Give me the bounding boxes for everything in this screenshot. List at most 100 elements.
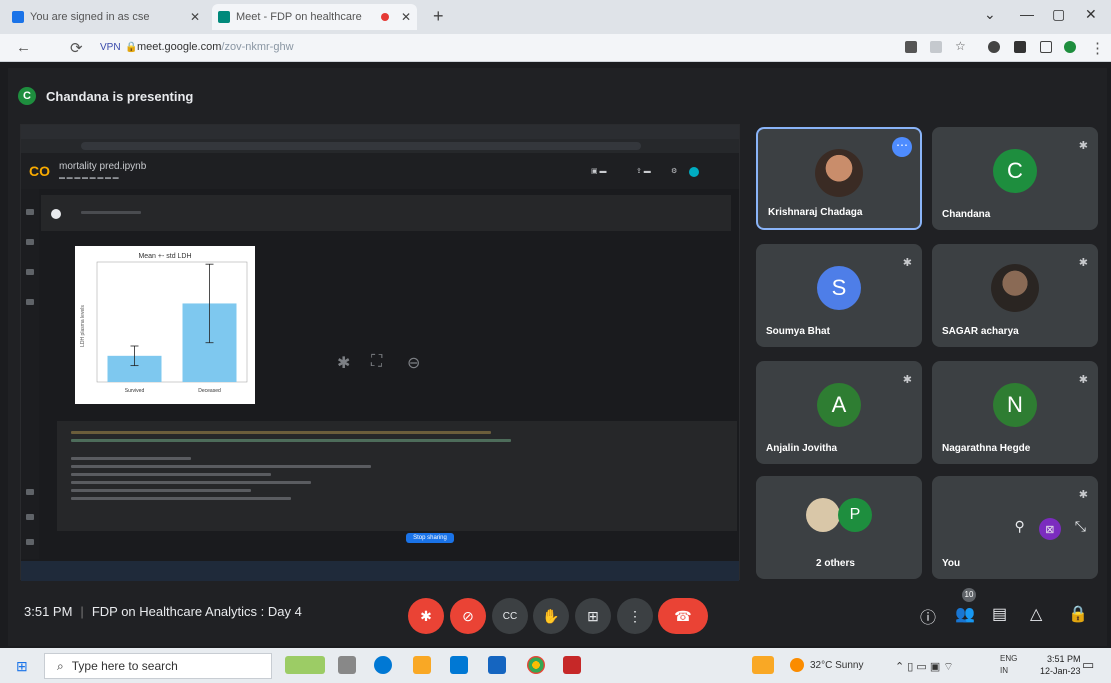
search-placeholder: Type here to search xyxy=(71,659,178,673)
task-view-icon[interactable] xyxy=(338,656,356,674)
browser-menu-icon[interactable]: ⋮ xyxy=(1090,39,1105,57)
back-icon[interactable]: ← xyxy=(16,39,31,56)
gear-icon: ⚙ xyxy=(671,168,678,175)
tab-signed-in[interactable]: You are signed in as cse ✕ xyxy=(6,4,206,30)
avatar: C xyxy=(993,149,1037,193)
people-icon[interactable]: 👥 xyxy=(955,604,975,624)
camera-off-icon[interactable]: ⊠ xyxy=(1038,518,1061,540)
maximize-button[interactable]: ▢ xyxy=(1052,6,1065,23)
remove-icon: ⊖ xyxy=(407,355,421,372)
shared-address-bar xyxy=(21,139,739,153)
mic-off-icon: ✱ xyxy=(1078,257,1088,269)
store-icon[interactable] xyxy=(450,656,468,674)
news-widget-icon[interactable] xyxy=(285,656,325,674)
camera-indicator-icon[interactable] xyxy=(905,41,917,53)
shared-tab-strip xyxy=(21,125,739,139)
participant-name: Anjalin Jovitha xyxy=(766,443,838,454)
mic-off-icon: ✱ xyxy=(902,374,912,386)
extensions-puzzle-icon[interactable] xyxy=(1014,41,1026,53)
more-options-button[interactable]: ⋮ xyxy=(617,598,653,634)
shared-taskbar xyxy=(21,561,739,581)
tile-you[interactable]: ✱ ⚲ ⊠ ⤡ You xyxy=(932,476,1098,579)
windows-start-icon[interactable]: ⊞ xyxy=(16,658,28,675)
tile-nagarathna[interactable]: N ✱ Nagarathna Hegde xyxy=(932,361,1098,464)
lang-code: ENG xyxy=(1000,654,1018,663)
present-button[interactable]: ⊞ xyxy=(575,598,611,634)
meeting-details-icon[interactable]: ⓘ xyxy=(920,604,936,628)
participant-name: Chandana xyxy=(942,209,991,220)
code-cell-bottom xyxy=(57,421,737,531)
x-tick-label: Deceased xyxy=(198,388,221,394)
tab-close-icon[interactable]: ✕ xyxy=(401,10,411,24)
ldh-bar-chart: Mean +- std LDH LDH plasma levels Surviv… xyxy=(75,246,255,404)
colab-menu-bar: ▬ ▬ ▬ ▬ ▬ ▬ ▬ ▬ xyxy=(59,175,119,181)
chrome-icon[interactable] xyxy=(527,656,545,674)
mic-off-icon: ✱ xyxy=(1078,140,1088,152)
meeting-title: FDP on Healthcare Analytics : Day 4 xyxy=(91,604,302,619)
pin-icon[interactable]: ⚲ xyxy=(1015,518,1025,540)
url-path: /zov-nkmr-ghw xyxy=(221,41,294,53)
people-count-badge: 10 xyxy=(962,588,976,602)
app-icon[interactable] xyxy=(563,656,581,674)
tab-meet[interactable]: Meet - FDP on healthcare ✕ xyxy=(212,4,417,30)
tab-search-icon[interactable]: ⌄ xyxy=(984,6,996,23)
url-domain: meet.google.com xyxy=(137,41,222,53)
presenting-banner: C Chandana is presenting xyxy=(18,84,193,108)
tile-soumya[interactable]: S ✱ Soumya Bhat xyxy=(756,244,922,347)
tray-icons[interactable]: ⌃ ▯ ▭ ▣ ⌔ xyxy=(895,660,954,674)
raise-hand-button[interactable]: ✋ xyxy=(533,598,569,634)
close-window-button[interactable]: ✕ xyxy=(1085,6,1097,23)
presenting-label: Chandana is presenting xyxy=(46,88,194,104)
tab-close-icon[interactable]: ✕ xyxy=(190,10,200,24)
edge-browser-icon[interactable] xyxy=(374,656,392,674)
host-controls-icon[interactable]: 🔒 xyxy=(1068,604,1088,624)
leave-call-button[interactable]: ☎ xyxy=(658,598,708,634)
camera-off-button[interactable]: ⊘ xyxy=(450,598,486,634)
minimize-icon[interactable]: ⤡ xyxy=(1075,518,1086,540)
vpn-extension-icon[interactable]: VPN xyxy=(100,42,121,53)
stop-sharing-button[interactable]: Stop sharing xyxy=(406,533,454,543)
region-code: IN xyxy=(1000,666,1008,675)
captions-button[interactable]: CC xyxy=(492,598,528,634)
input-language[interactable]: ENG IN xyxy=(1000,653,1017,677)
share-icon: ⇪ ▬ xyxy=(636,168,651,175)
participant-name: Nagarathna Hegde xyxy=(942,443,1031,454)
meeting-time: 3:51 PM xyxy=(24,604,73,619)
mic-off-icon: ✱ xyxy=(1078,489,1088,501)
notifications-icon[interactable]: ▭ xyxy=(1082,657,1094,673)
share-icon[interactable] xyxy=(930,41,942,53)
tile-others[interactable]: P 2 others xyxy=(756,476,922,579)
mail-icon[interactable] xyxy=(488,656,506,674)
mic-off-button[interactable]: ✱ xyxy=(408,598,444,634)
activities-icon[interactable]: △ xyxy=(1030,604,1042,624)
colab-header: CO mortality pred.ipynb ▬ ▬ ▬ ▬ ▬ ▬ ▬ ▬ … xyxy=(21,153,739,189)
tile-anjalin[interactable]: A ✱ Anjalin Jovitha xyxy=(756,361,922,464)
file-explorer-icon[interactable] xyxy=(413,656,431,674)
avatar xyxy=(689,167,699,177)
chart-ylabel: LDH plasma levels xyxy=(80,305,86,347)
tile-krishnaraj[interactable]: ⋯ Krishnaraj Chadaga xyxy=(756,127,922,230)
participant-name: Krishnaraj Chadaga xyxy=(768,207,863,218)
tile-chandana[interactable]: C ✱ Chandana xyxy=(932,127,1098,230)
sidebar-icon[interactable] xyxy=(1040,41,1052,53)
keyboard-icon[interactable] xyxy=(752,656,774,674)
shared-screen[interactable]: CO mortality pred.ipynb ▬ ▬ ▬ ▬ ▬ ▬ ▬ ▬ … xyxy=(20,124,740,581)
x-tick-label: Survived xyxy=(125,388,145,394)
profile-avatar[interactable] xyxy=(1064,41,1076,53)
tile-sagar[interactable]: ✱ SAGAR acharya xyxy=(932,244,1098,347)
reload-icon[interactable]: ⟳ xyxy=(70,39,83,57)
new-tab-button[interactable]: + xyxy=(433,6,444,27)
avatar: A xyxy=(817,383,861,427)
presenter-avatar: C xyxy=(18,87,36,105)
more-options-icon[interactable]: ⋯ xyxy=(892,137,912,157)
shield-extension-icon[interactable] xyxy=(988,41,1000,53)
url-field[interactable]: meet.google.com/zov-nkmr-ghw xyxy=(137,41,294,53)
minimize-button[interactable]: — xyxy=(1020,6,1034,22)
bookmark-star-icon[interactable]: ☆ xyxy=(955,39,967,53)
avatar xyxy=(991,264,1039,312)
taskbar-search-input[interactable]: ⌕ Type here to search xyxy=(44,653,272,679)
taskbar-clock[interactable]: 3:51 PM 12-Jan-23 xyxy=(1040,653,1081,677)
mic-off-icon: ✱ xyxy=(1078,374,1088,386)
colab-logo-icon: CO xyxy=(29,163,50,179)
chat-icon[interactable]: ▤ xyxy=(992,604,1007,624)
